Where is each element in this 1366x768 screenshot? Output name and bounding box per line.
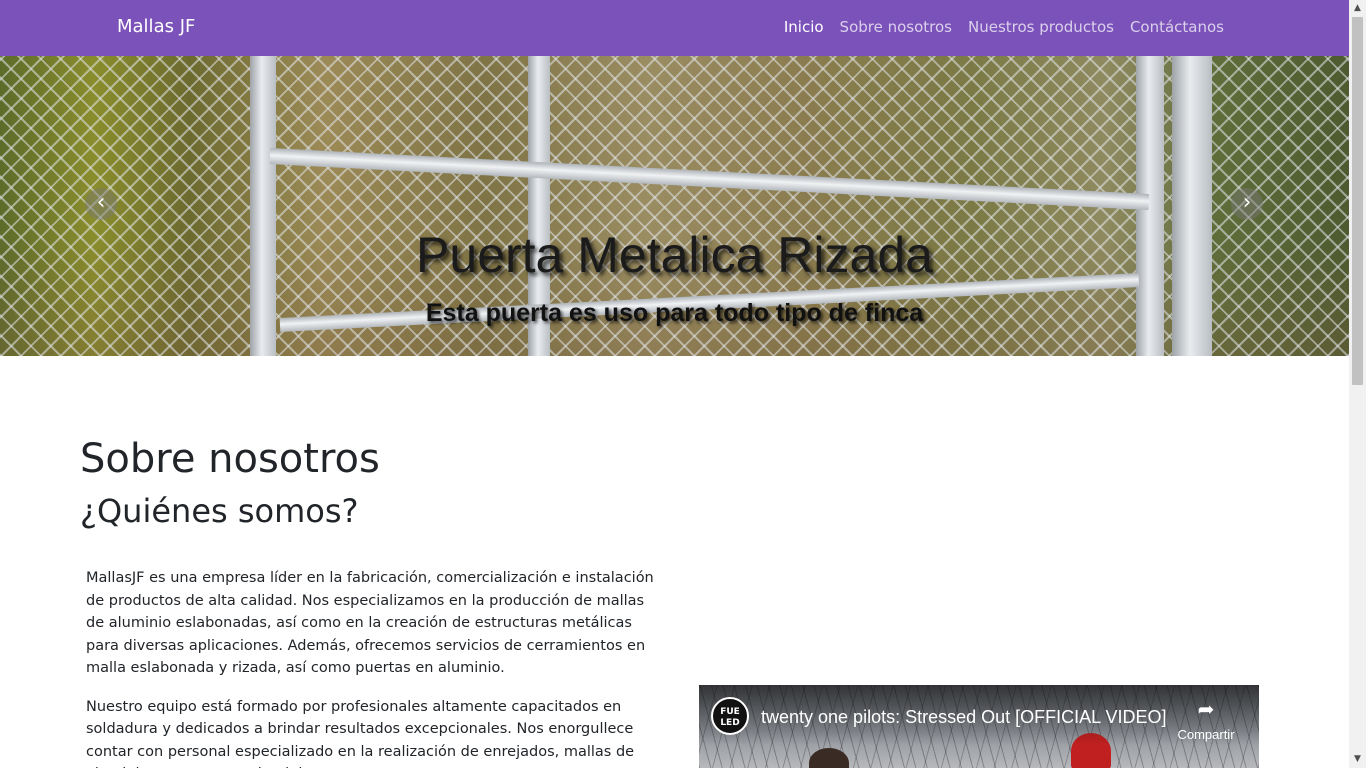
scroll-up-icon[interactable]: ▲	[1349, 0, 1366, 17]
hero-carousel: ‹ › Puerta Metalica Rizada Esta puerta e…	[0, 56, 1349, 356]
share-arrow-icon: ➦	[1197, 697, 1215, 721]
section-subtitle: ¿Quiénes somos?	[80, 492, 359, 530]
nav-item-inicio[interactable]: Inicio	[784, 18, 824, 36]
video-embed[interactable]: FUE LED twenty one pilots: Stressed Out …	[699, 685, 1259, 768]
section-title: Sobre nosotros	[80, 436, 380, 482]
nav-item-contactanos[interactable]: Contáctanos	[1130, 18, 1224, 36]
channel-logo-icon[interactable]: FUE LED	[711, 697, 749, 735]
share-button[interactable]: ➦ Compartir	[1171, 697, 1241, 742]
nav-item-sobre-nosotros[interactable]: Sobre nosotros	[840, 18, 952, 36]
scrollbar-thumb[interactable]	[1352, 17, 1363, 385]
carousel-caption-title: Puerta Metalica Rizada	[416, 227, 933, 283]
scrollbar[interactable]: ▲ ▼	[1349, 0, 1366, 768]
about-paragraph: MallasJF es una empresa líder en la fabr…	[86, 570, 654, 676]
carousel-caption-subtitle: Esta puerta es uso para todo tipo de fin…	[425, 299, 924, 327]
chevron-right-icon: ›	[1242, 190, 1252, 215]
share-label: Compartir	[1177, 727, 1235, 742]
about-paragraph: Nuestro equipo está formado por profesio…	[86, 698, 635, 768]
nav-item-nuestros-productos[interactable]: Nuestros productos	[968, 18, 1114, 36]
scroll-down-icon[interactable]: ▼	[1349, 751, 1366, 768]
chevron-left-icon: ‹	[96, 190, 106, 215]
about-text: MallasJF es una empresa líder en la fabr…	[86, 567, 664, 768]
navbar: Mallas JF Inicio Sobre nosotros Nuestros…	[0, 0, 1349, 56]
carousel-prev-button[interactable]: ‹	[85, 188, 117, 220]
nav-menu: Inicio Sobre nosotros Nuestros productos…	[784, 18, 1224, 36]
brand-link[interactable]: Mallas JF	[117, 16, 195, 37]
video-title[interactable]: twenty one pilots: Stressed Out [OFFICIA…	[761, 707, 1166, 728]
carousel-next-button[interactable]: ›	[1231, 188, 1263, 220]
